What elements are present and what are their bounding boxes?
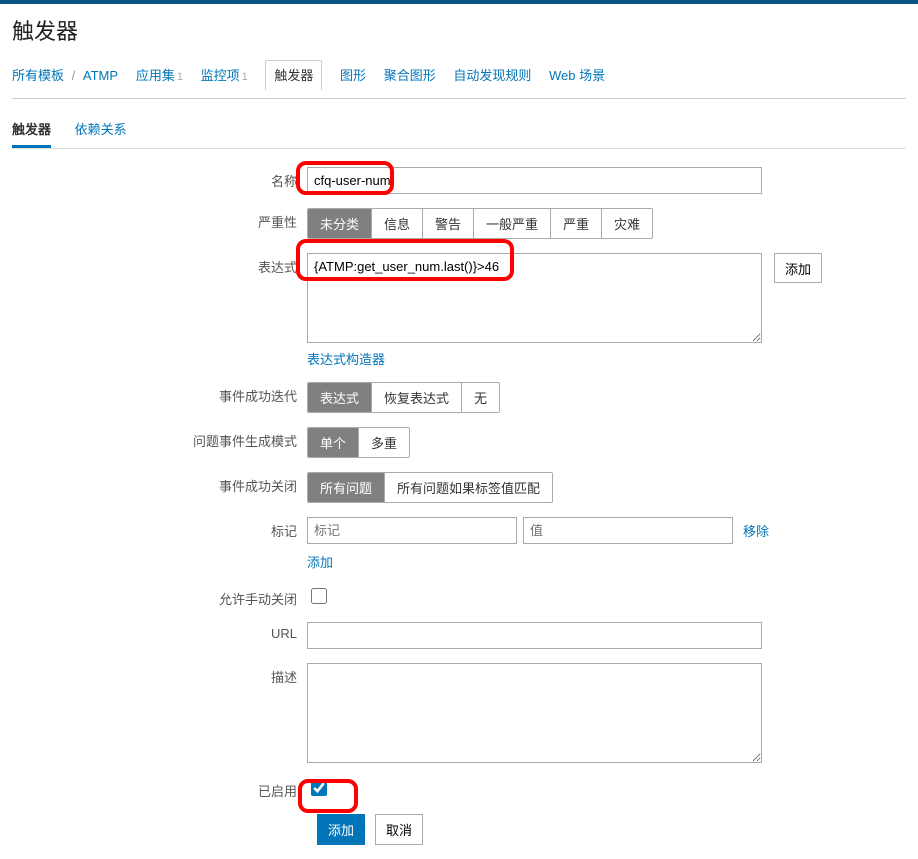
expression-input[interactable] [307,253,762,343]
label-severity: 严重性 [12,208,307,231]
label-url: URL [12,622,307,641]
nav-items[interactable]: 监控项1 [201,65,248,84]
tab-dependencies[interactable]: 依赖关系 [75,113,127,148]
ok-close-tagmatch[interactable]: 所有问题如果标签值匹配 [385,473,552,502]
ok-gen-recovery[interactable]: 恢复表达式 [372,383,462,412]
severity-segment: 未分类 信息 警告 一般严重 严重 灾难 [307,208,653,239]
tag-remove-link[interactable]: 移除 [743,521,769,540]
label-name: 名称 [12,167,307,190]
problem-mode-single[interactable]: 单个 [308,428,359,457]
ok-gen-segment: 表达式 恢复表达式 无 [307,382,500,413]
severity-high[interactable]: 严重 [551,209,602,238]
tag-value-input[interactable] [523,517,733,544]
tag-row: 移除 [307,517,769,544]
tag-key-input[interactable] [307,517,517,544]
ok-close-all[interactable]: 所有问题 [308,473,385,502]
severity-disaster[interactable]: 灾难 [602,209,652,238]
severity-warning[interactable]: 警告 [423,209,474,238]
label-ok-close: 事件成功关闭 [12,472,307,495]
nav-discovery[interactable]: 自动发现规则 [453,65,531,84]
label-description: 描述 [12,663,307,686]
breadcrumb-all-templates[interactable]: 所有模板 [12,68,64,83]
breadcrumb-sep: / [72,68,76,83]
nav-graphs[interactable]: 图形 [340,65,366,84]
cancel-button[interactable]: 取消 [375,814,423,845]
breadcrumb-template[interactable]: ATMP [83,68,118,83]
trigger-form: 名称 严重性 未分类 信息 警告 一般严重 严重 灾难 表达式 添加 表达式构造… [12,167,906,859]
severity-average[interactable]: 一般严重 [474,209,551,238]
expression-builder-link[interactable]: 表达式构造器 [307,349,385,368]
problem-mode-multiple[interactable]: 多重 [359,428,409,457]
label-enabled: 已启用 [12,777,307,800]
label-ok-gen: 事件成功迭代 [12,382,307,405]
name-input[interactable] [307,167,762,194]
severity-not-classified[interactable]: 未分类 [308,209,372,238]
tab-triggers[interactable]: 触发器 [12,113,51,148]
severity-info[interactable]: 信息 [372,209,423,238]
label-expression: 表达式 [12,253,307,276]
nav-triggers[interactable]: 触发器 [265,60,322,90]
problem-mode-segment: 单个 多重 [307,427,410,458]
enabled-checkbox[interactable] [311,780,327,796]
description-input[interactable] [307,663,762,763]
label-problem-mode: 问题事件生成模式 [12,427,307,450]
url-input[interactable] [307,622,762,649]
page-title: 触发器 [0,4,918,60]
nav-web[interactable]: Web 场景 [549,65,605,84]
breadcrumb-nav: 所有模板 / ATMP 应用集1 监控项1 触发器 图形 聚合图形 自动发现规则… [0,60,918,99]
label-tags: 标记 [12,517,307,540]
submit-add-button[interactable]: 添加 [317,814,365,845]
tag-add-link[interactable]: 添加 [307,552,333,571]
nav-screens[interactable]: 聚合图形 [384,65,436,84]
manual-close-checkbox[interactable] [311,588,327,604]
label-manual-close: 允许手动关闭 [12,585,307,608]
ok-gen-none[interactable]: 无 [462,383,499,412]
ok-gen-expression[interactable]: 表达式 [308,383,372,412]
nav-apps[interactable]: 应用集1 [136,65,183,84]
ok-close-segment: 所有问题 所有问题如果标签值匹配 [307,472,553,503]
expression-add-button[interactable]: 添加 [774,253,822,283]
